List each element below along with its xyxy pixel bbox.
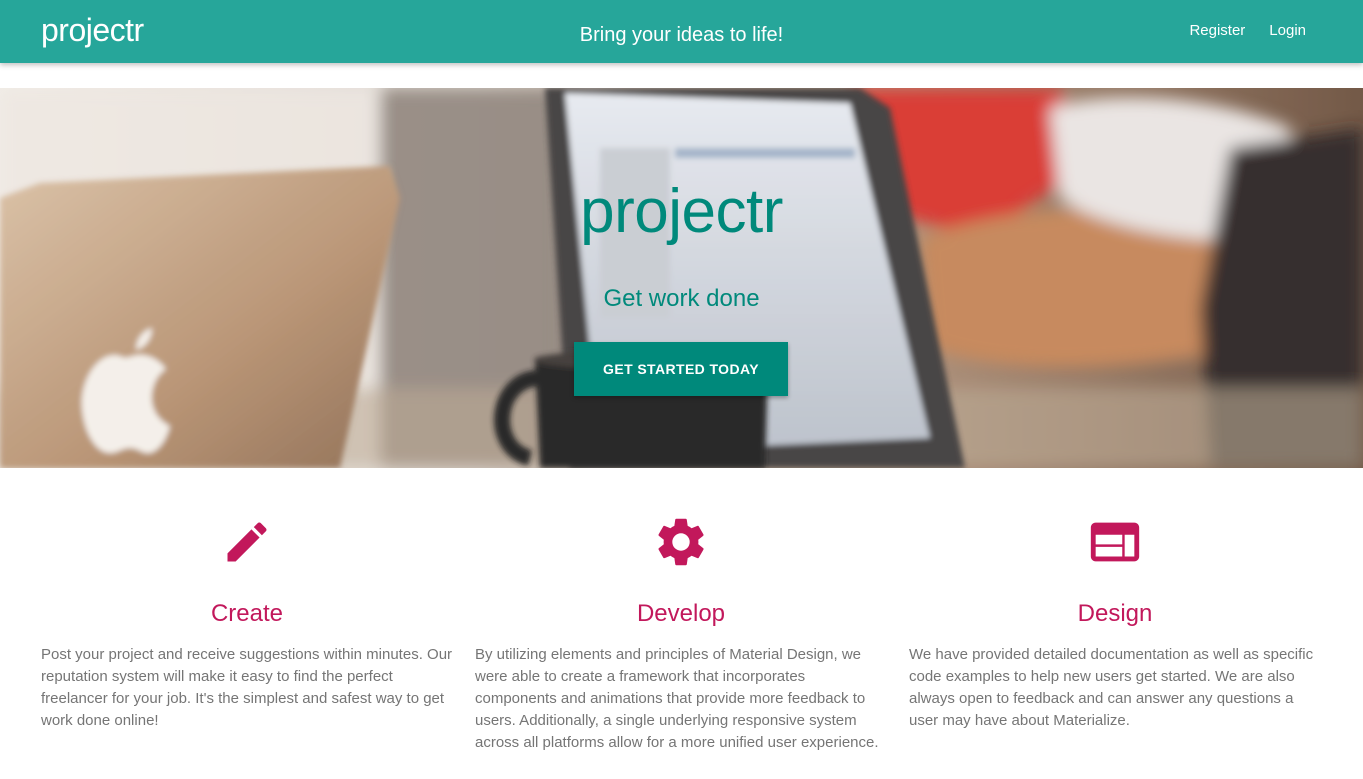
feature-description: We have provided detailed documentation … (909, 646, 1314, 729)
register-link[interactable]: Register (1189, 20, 1245, 42)
feature-title: Create (210, 600, 284, 627)
login-link[interactable]: Login (1269, 20, 1306, 42)
features-section: Create Post your project and receive sug… (0, 468, 1363, 779)
web-layout-icon (1085, 514, 1145, 570)
gear-icon (651, 514, 711, 570)
get-started-button[interactable]: GET STARTED TODAY (574, 342, 788, 396)
feature-description: Post your project and receive suggestion… (41, 646, 453, 729)
hero-content: projectr Get work done GET STARTED TODAY (0, 88, 1363, 468)
feature-title: Develop (636, 600, 726, 627)
feature-title: Design (1077, 600, 1153, 627)
nav-links: Register Login (1189, 20, 1306, 42)
pencil-icon (217, 514, 277, 570)
brand-logo[interactable]: projectr (41, 10, 144, 50)
nav-tagline: Bring your ideas to life! (579, 24, 784, 46)
feature-description: By utilizing elements and principles of … (475, 646, 879, 751)
hero-title: projectr (580, 177, 783, 246)
hero-section: projectr Get work done GET STARTED TODAY (0, 88, 1363, 468)
hero-subtitle: Get work done (603, 285, 760, 312)
navbar: projectr Bring your ideas to life! Regis… (0, 0, 1363, 63)
